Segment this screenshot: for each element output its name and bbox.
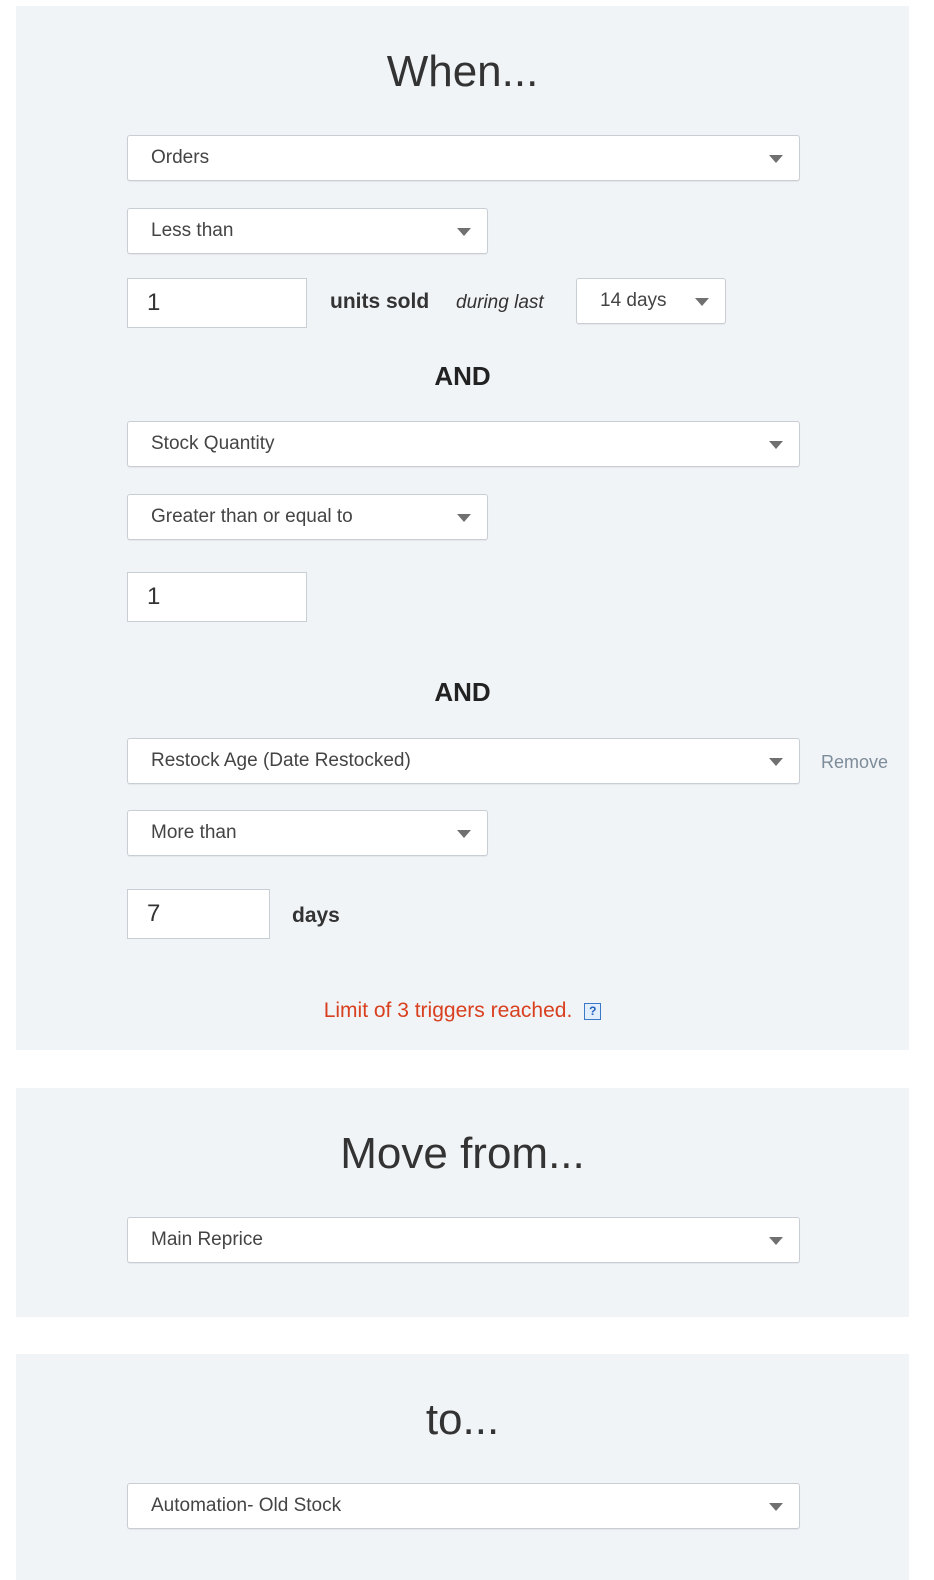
chevron-down-icon xyxy=(695,298,709,306)
chevron-down-icon xyxy=(769,155,783,163)
trigger1-field-value: Orders xyxy=(151,147,210,168)
days-label: days xyxy=(292,904,340,927)
move-from-panel: Move from... Main Reprice xyxy=(16,1088,909,1317)
during-last-label: during last xyxy=(456,292,544,313)
trigger1-operator-select[interactable]: Less than xyxy=(127,208,488,254)
trigger2-operator-select[interactable]: Greater than or equal to xyxy=(127,494,488,540)
chevron-down-icon xyxy=(457,228,471,236)
trigger3-field-value: Restock Age (Date Restocked) xyxy=(151,750,411,771)
move-from-title: Move from... xyxy=(340,1129,585,1178)
chevron-down-icon xyxy=(457,514,471,522)
chevron-down-icon xyxy=(769,1503,783,1511)
trigger3-value-text: 7 xyxy=(147,900,161,927)
trigger1-value-input[interactable]: 1 xyxy=(127,278,307,328)
when-title: When... xyxy=(386,47,539,96)
help-icon[interactable]: ? xyxy=(584,1003,602,1020)
trigger2-value-input[interactable]: 1 xyxy=(127,572,307,622)
to-panel: to... Automation- Old Stock xyxy=(16,1354,909,1580)
chevron-down-icon xyxy=(769,1237,783,1245)
trigger2-operator-value: Greater than or equal to xyxy=(151,506,353,527)
chevron-down-icon xyxy=(769,441,783,449)
to-value: Automation- Old Stock xyxy=(151,1495,342,1516)
period-select[interactable]: 14 days xyxy=(576,278,726,324)
remove-trigger-link[interactable]: Remove xyxy=(821,752,888,773)
trigger1-field-select[interactable]: Orders xyxy=(127,135,800,181)
when-panel: When... Orders Less than 1 units sold du… xyxy=(16,6,909,1050)
trigger3-value-input[interactable]: 7 xyxy=(127,889,270,939)
trigger2-field-select[interactable]: Stock Quantity xyxy=(127,421,800,467)
and-separator-1: AND xyxy=(434,361,491,391)
trigger1-value-text: 1 xyxy=(147,289,161,316)
trigger2-field-value: Stock Quantity xyxy=(151,433,275,454)
chevron-down-icon xyxy=(769,758,783,766)
to-select[interactable]: Automation- Old Stock xyxy=(127,1483,800,1529)
and-separator-2: AND xyxy=(434,677,491,707)
trigger2-value-text: 1 xyxy=(147,583,161,610)
units-sold-label: units sold xyxy=(330,290,430,313)
trigger3-operator-select[interactable]: More than xyxy=(127,810,488,856)
trigger3-field-select[interactable]: Restock Age (Date Restocked) xyxy=(127,738,800,784)
trigger3-operator-value: More than xyxy=(151,822,237,843)
limit-message: Limit of 3 triggers reached.? xyxy=(16,999,909,1023)
to-title: to... xyxy=(425,1395,500,1444)
move-from-select[interactable]: Main Reprice xyxy=(127,1217,800,1263)
trigger1-operator-value: Less than xyxy=(151,220,234,241)
period-value: 14 days xyxy=(600,290,667,311)
move-from-value: Main Reprice xyxy=(151,1229,263,1250)
chevron-down-icon xyxy=(457,830,471,838)
limit-message-text: Limit of 3 triggers reached. xyxy=(323,999,573,1022)
